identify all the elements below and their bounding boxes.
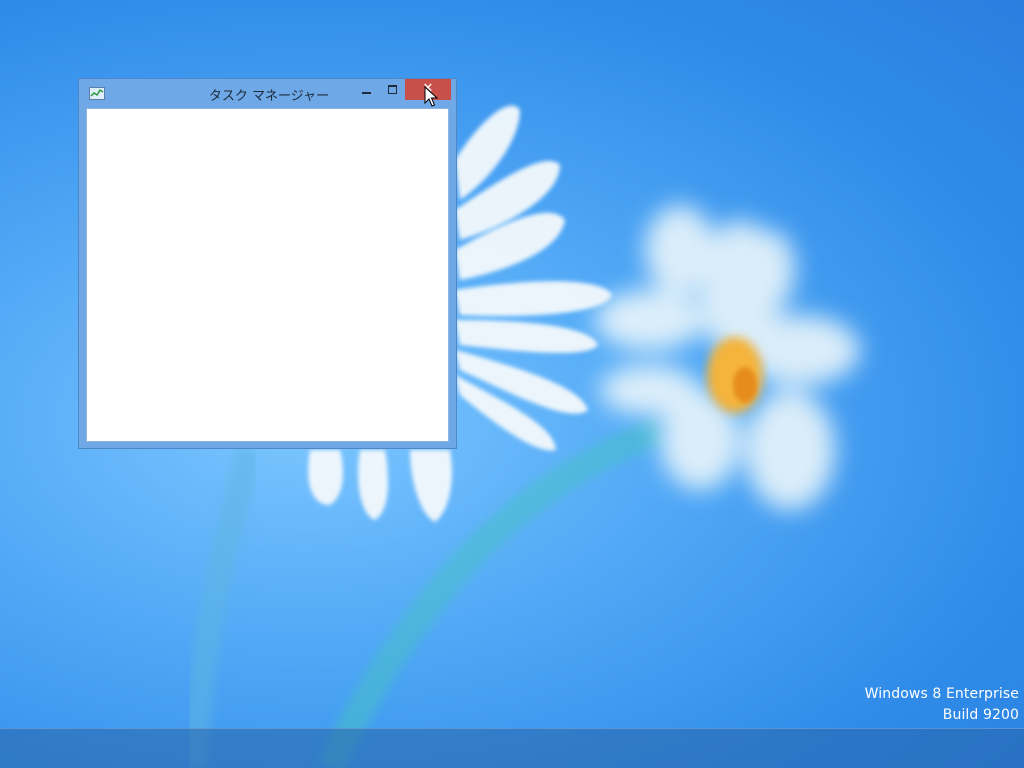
window-title: タスク マネージャー (208, 89, 330, 104)
windows-watermark: Windows 8 Enterprise Build 9200 (865, 684, 1019, 726)
task-manager-window[interactable]: タスク マネージャー ✕ (78, 78, 457, 449)
minimize-button[interactable] (354, 80, 380, 99)
window-content (86, 108, 449, 442)
watermark-edition: Windows 8 Enterprise (864, 686, 1019, 702)
desktop: タスク マネージャー ✕ Windows 8 Enterprise Build … (0, 0, 1024, 768)
maximize-button[interactable] (380, 80, 406, 99)
watermark-build: Build 9200 (942, 707, 1019, 723)
mouse-pointer-icon (424, 86, 438, 107)
taskbar[interactable] (0, 728, 1024, 768)
title-bar[interactable]: タスク マネージャー ✕ (79, 79, 456, 107)
task-manager-icon[interactable] (89, 87, 105, 100)
